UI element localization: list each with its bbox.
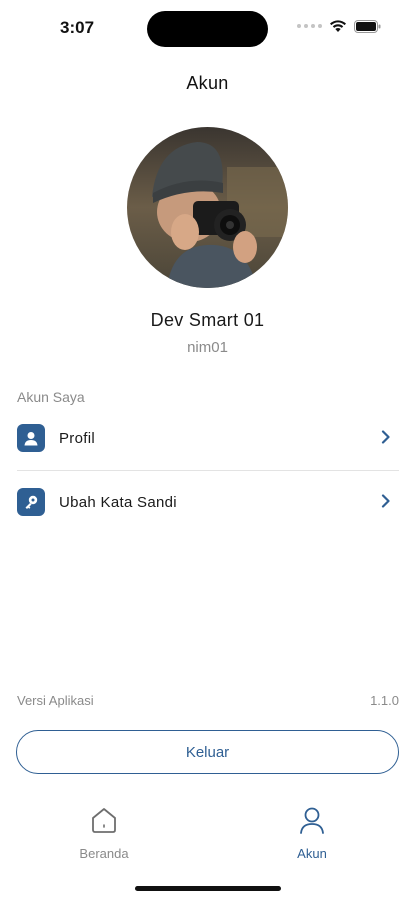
home-indicator bbox=[135, 886, 281, 891]
app-version-label: Versi Aplikasi bbox=[17, 693, 94, 708]
status-time: 3:07 bbox=[60, 18, 95, 37]
bottom-nav: Beranda Akun bbox=[0, 796, 415, 868]
tab-label: Beranda bbox=[79, 846, 129, 861]
menu-item-label: Ubah Kata Sandi bbox=[59, 493, 177, 511]
user-badge-icon bbox=[17, 424, 45, 452]
avatar-photo bbox=[127, 127, 288, 288]
dynamic-island bbox=[147, 11, 268, 47]
status-icons bbox=[297, 19, 381, 33]
app-version-row: Versi Aplikasi 1.1.0 bbox=[17, 693, 399, 708]
menu-item-label: Profil bbox=[59, 429, 95, 447]
logout-button[interactable]: Keluar bbox=[16, 730, 399, 774]
status-bar: 3:07 bbox=[0, 0, 415, 56]
app-version-value: 1.1.0 bbox=[370, 693, 399, 708]
tab-label: Akun bbox=[297, 846, 327, 861]
menu-item-profil[interactable]: Profil bbox=[17, 418, 399, 458]
chevron-right-icon bbox=[381, 494, 390, 508]
menu-item-change-password[interactable]: Ubah Kata Sandi bbox=[17, 482, 399, 522]
tab-beranda[interactable]: Beranda bbox=[54, 804, 154, 861]
person-icon bbox=[300, 807, 324, 834]
avatar bbox=[127, 127, 288, 288]
wifi-icon bbox=[330, 20, 346, 32]
divider bbox=[17, 470, 399, 471]
user-username: nim01 bbox=[187, 339, 228, 356]
battery-icon bbox=[354, 19, 381, 33]
chevron-right-icon bbox=[381, 430, 390, 444]
page-title: Akun bbox=[186, 73, 229, 93]
key-icon bbox=[17, 488, 45, 516]
section-label-account: Akun Saya bbox=[17, 389, 85, 405]
home-icon bbox=[92, 808, 116, 833]
user-name: Dev Smart 01 bbox=[150, 310, 265, 330]
signal-dots-icon bbox=[297, 24, 322, 28]
tab-akun[interactable]: Akun bbox=[262, 804, 362, 861]
